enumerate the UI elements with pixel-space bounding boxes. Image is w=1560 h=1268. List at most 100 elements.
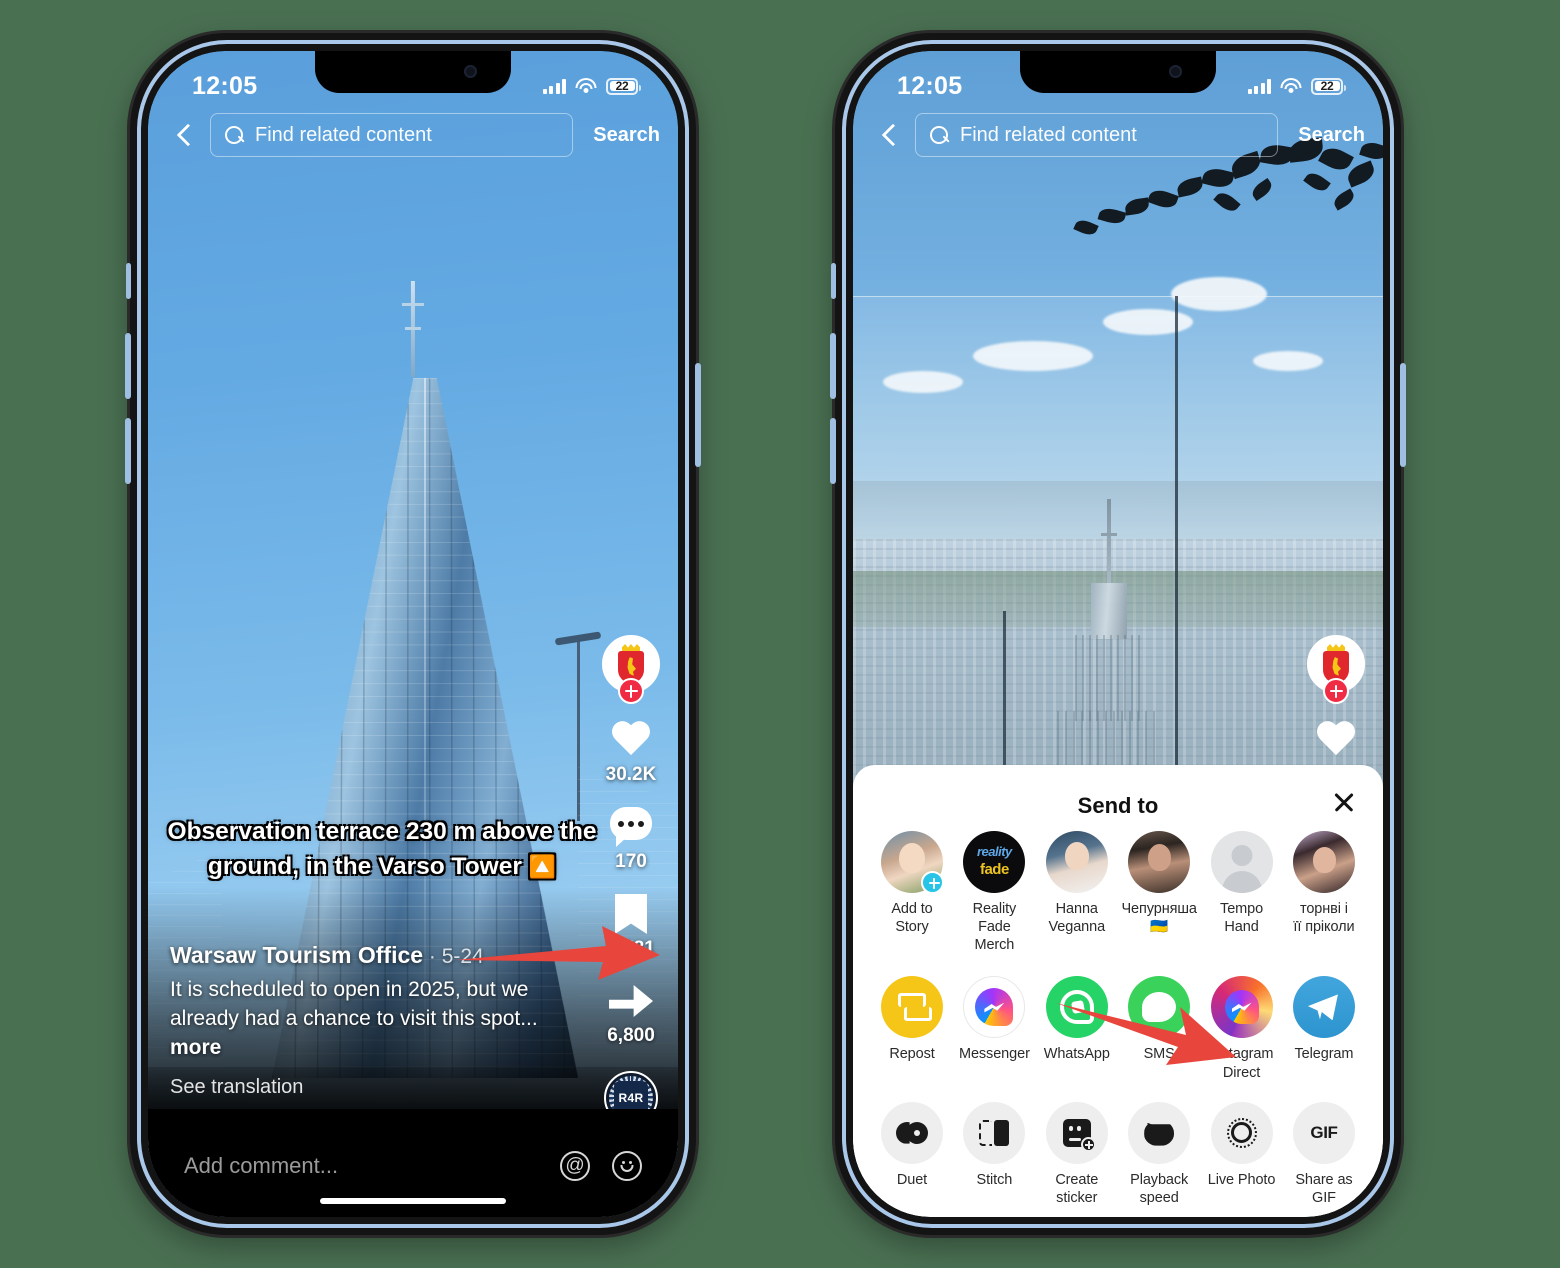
- author-name: Warsaw Tourism Office: [170, 942, 424, 969]
- contact-chepurnyasha[interactable]: Чепурняша 🇺🇦: [1121, 831, 1197, 954]
- follow-plus-icon[interactable]: [1323, 678, 1349, 704]
- wifi-icon: [575, 78, 597, 94]
- contact-label: Reality Fade Merch: [972, 901, 1017, 954]
- tower-spire: [401, 281, 424, 377]
- share-target-telegram[interactable]: Telegram: [1287, 976, 1361, 1081]
- contact-avatar: [1292, 831, 1355, 893]
- mute-switch[interactable]: [831, 263, 836, 299]
- home-indicator[interactable]: [320, 1198, 506, 1204]
- power-button[interactable]: [1400, 363, 1406, 467]
- action-label: Stitch: [976, 1171, 1013, 1188]
- meta-separator: ·: [428, 945, 436, 969]
- action-create-sticker[interactable]: Create sticker: [1040, 1101, 1114, 1207]
- search-icon: [225, 125, 244, 145]
- contact-add-to-story[interactable]: Add to Story: [875, 831, 949, 954]
- contact-avatar: [1128, 831, 1191, 893]
- action-label: Live Photo: [1207, 1171, 1276, 1188]
- action-rail: 30.2K 170 8,581 6,800: [598, 635, 664, 1125]
- status-time: 12:05: [897, 71, 963, 100]
- more-link[interactable]: more: [170, 1036, 221, 1059]
- sheet-title: Send to: [1077, 793, 1159, 818]
- action-label: Share as GIF: [1295, 1171, 1353, 1206]
- action-label: Create sticker: [1055, 1171, 1099, 1206]
- cellular-signal-icon: [1247, 78, 1271, 94]
- telegram-icon: [1292, 976, 1355, 1039]
- mute-switch[interactable]: [126, 263, 131, 299]
- messenger-icon: [963, 976, 1026, 1039]
- share-target-messenger[interactable]: Messenger: [957, 976, 1031, 1081]
- notch: [1020, 51, 1216, 93]
- like-button[interactable]: [1313, 717, 1359, 763]
- at-mention-icon[interactable]: @: [560, 1151, 590, 1181]
- screenshot-stage: Observation terrace 230 m above the grou…: [0, 0, 1560, 1268]
- contact-tornvi[interactable]: торнві і її пріколи: [1287, 831, 1361, 954]
- contact-avatar: reality fade: [963, 831, 1026, 893]
- comment-bubble-icon: [608, 804, 654, 850]
- phone-inner: Observation terrace 230 m above the grou…: [148, 51, 678, 1217]
- back-chevron-icon[interactable]: [170, 120, 200, 150]
- contact-tempo-hand[interactable]: Tempo Hand: [1205, 831, 1279, 954]
- duet-icon: [881, 1101, 943, 1164]
- contact-avatar: [1045, 831, 1108, 893]
- profile-avatar-button[interactable]: [602, 635, 660, 704]
- share-target-label: Messenger: [958, 1046, 1030, 1063]
- video-overlay-caption: Observation terrace 230 m above the grou…: [148, 815, 616, 885]
- action-label: Duet: [896, 1171, 928, 1188]
- see-translation-link[interactable]: See translation: [170, 1076, 586, 1099]
- add-comment-input[interactable]: Add comment...: [184, 1147, 560, 1179]
- share-target-label: Telegram: [1294, 1046, 1354, 1063]
- power-button[interactable]: [695, 363, 701, 467]
- front-camera: [464, 65, 477, 78]
- action-share-as-gif[interactable]: GIF Share as GIF: [1287, 1101, 1361, 1207]
- comment-button[interactable]: 170: [608, 804, 654, 873]
- action-live-photo[interactable]: Live Photo: [1205, 1101, 1279, 1207]
- plus-badge-icon: [921, 871, 944, 894]
- close-x-icon[interactable]: [1329, 787, 1359, 817]
- emoji-smiley-icon[interactable]: [612, 1151, 642, 1181]
- contact-avatar-placeholder: [1210, 831, 1273, 893]
- back-chevron-icon[interactable]: [875, 120, 905, 150]
- volume-up-button[interactable]: [125, 333, 131, 399]
- contact-label: Чепурняша 🇺🇦: [1121, 901, 1197, 936]
- action-duet[interactable]: Duet: [875, 1101, 949, 1207]
- heart-icon: [608, 717, 654, 763]
- volume-down-button[interactable]: [830, 418, 836, 484]
- screen-left: Observation terrace 230 m above the grou…: [148, 51, 678, 1217]
- follow-plus-icon[interactable]: [618, 678, 644, 704]
- wifi-icon: [1280, 78, 1302, 94]
- contact-reality-fade-merch[interactable]: reality fade Reality Fade Merch: [957, 831, 1031, 954]
- share-target-label: Repost: [889, 1046, 935, 1063]
- like-count: 30.2K: [605, 764, 657, 785]
- contact-hanna-veganna[interactable]: Hanna Veganna: [1040, 831, 1114, 954]
- contact-label: Hanna Veganna: [1048, 901, 1106, 936]
- contact-label: Add to Story: [891, 901, 933, 936]
- battery-icon: 22: [1311, 77, 1346, 95]
- action-rail: [1303, 635, 1369, 775]
- profile-avatar-button[interactable]: [1307, 635, 1365, 704]
- playback-speed-icon: [1128, 1101, 1191, 1164]
- search-input[interactable]: Find related content: [915, 113, 1279, 157]
- action-stitch[interactable]: Stitch: [957, 1101, 1031, 1207]
- status-time: 12:05: [192, 71, 258, 100]
- battery-level: 22: [1320, 79, 1334, 93]
- search-input[interactable]: Find related content: [210, 113, 574, 157]
- contact-label: торнві і її пріколи: [1293, 901, 1355, 936]
- search-placeholder: Find related content: [255, 123, 432, 146]
- notch: [315, 51, 511, 93]
- heart-icon: [1313, 717, 1359, 763]
- cellular-signal-icon: [542, 78, 566, 94]
- search-button[interactable]: Search: [1288, 124, 1365, 147]
- front-camera: [1169, 65, 1182, 78]
- contact-label: Tempo Hand: [1220, 901, 1264, 936]
- search-icon: [930, 125, 949, 145]
- search-button[interactable]: Search: [583, 124, 660, 147]
- like-button[interactable]: 30.2K: [606, 717, 657, 786]
- search-placeholder: Find related content: [960, 123, 1137, 146]
- sheet-header: Send to: [853, 783, 1383, 829]
- contacts-row: Add to Story reality fade Reality Fade Merc…: [853, 831, 1383, 954]
- action-playback-speed[interactable]: Playback speed: [1122, 1101, 1196, 1207]
- volume-up-button[interactable]: [830, 333, 836, 399]
- battery-level: 22: [615, 79, 629, 93]
- volume-down-button[interactable]: [125, 418, 131, 484]
- share-target-repost[interactable]: Repost: [875, 976, 949, 1081]
